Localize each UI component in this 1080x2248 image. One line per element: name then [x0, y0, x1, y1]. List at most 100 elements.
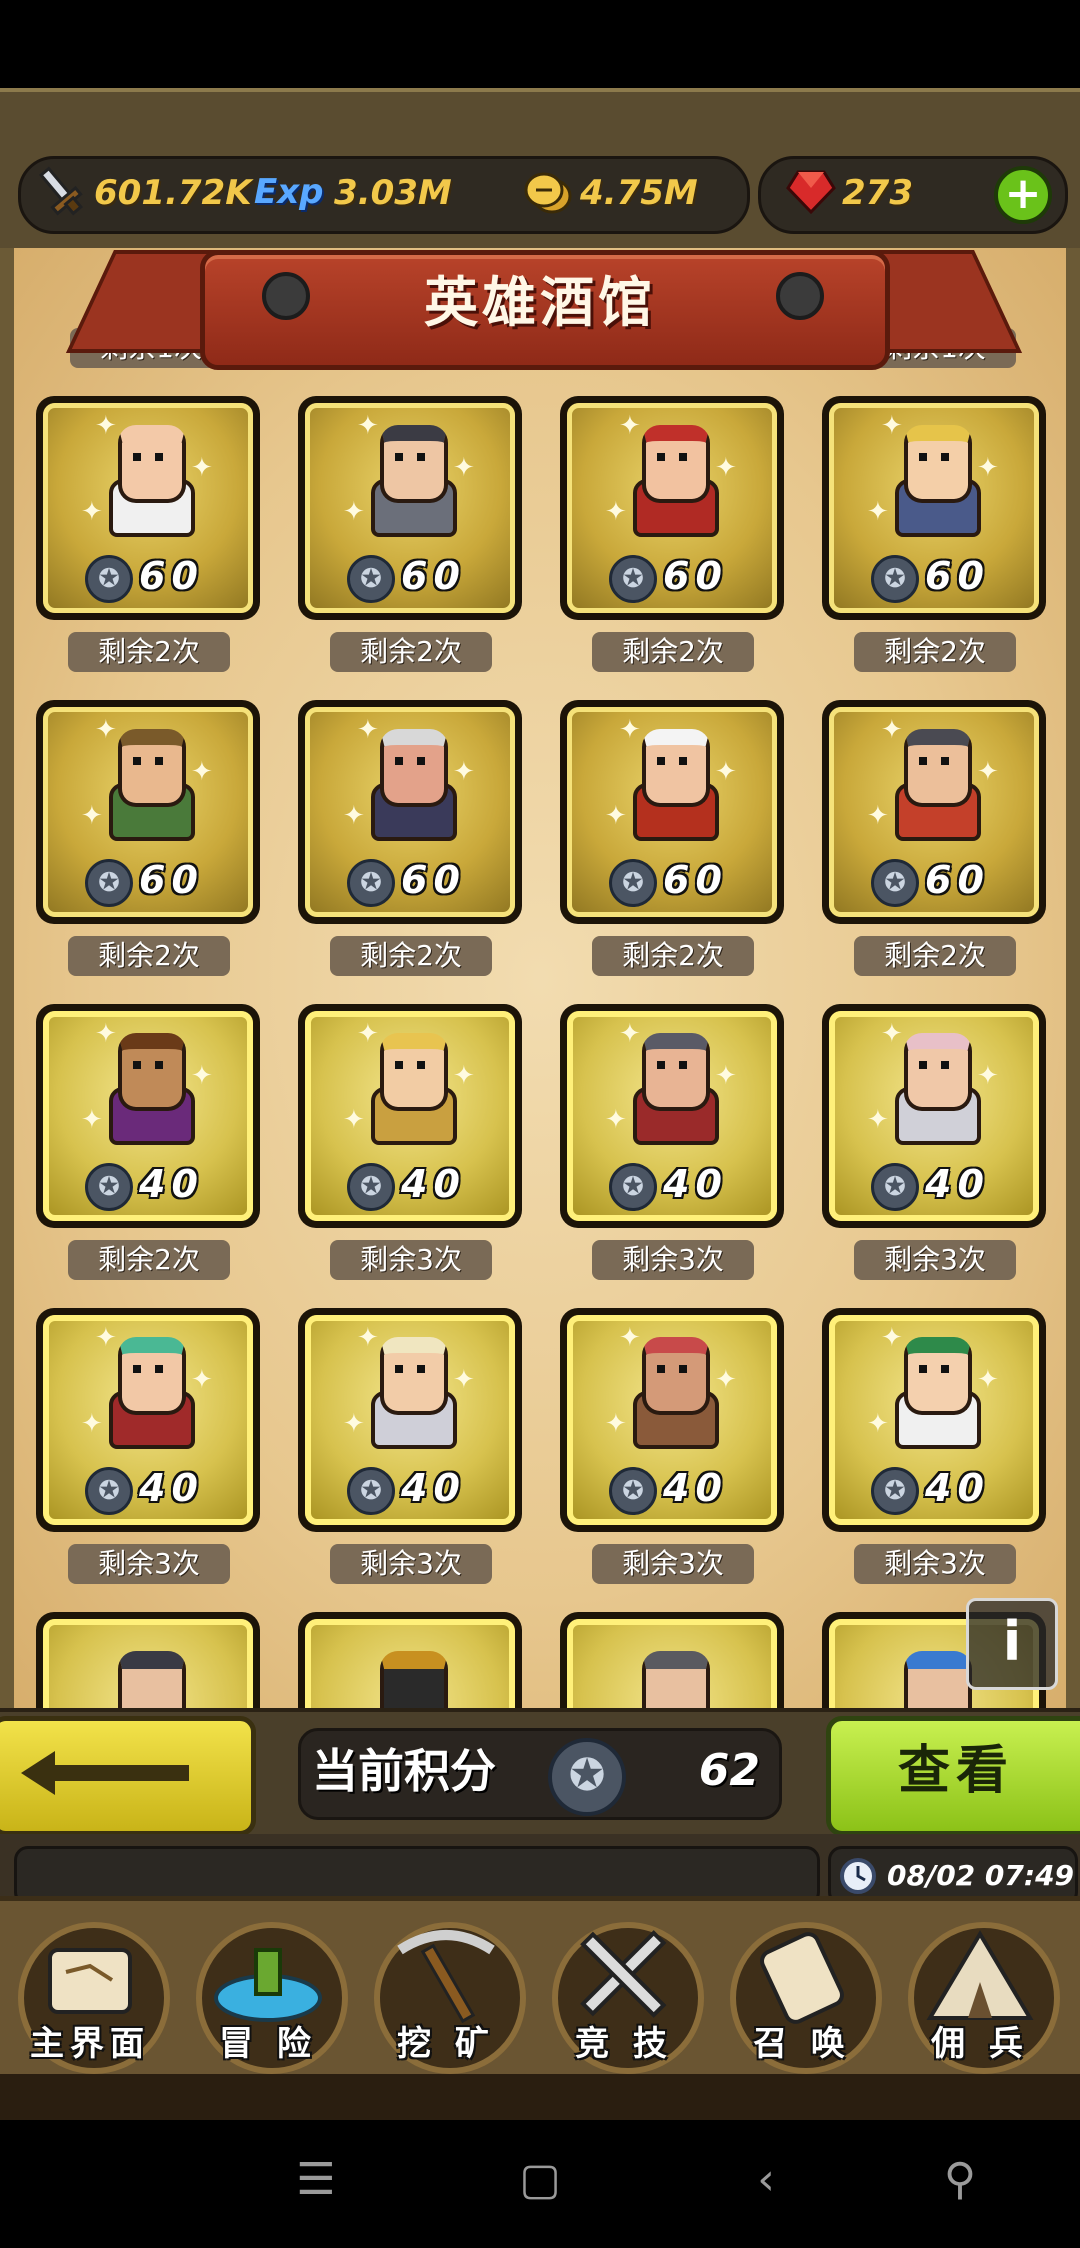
remain-label: 剩余2次 — [68, 936, 230, 976]
add-gems-button[interactable]: + — [994, 166, 1052, 224]
summon-scroll-icon — [760, 1932, 844, 2024]
hero-card[interactable]: ✦ ✦ ✦ ✪ 60 — [822, 700, 1046, 924]
accessibility-icon[interactable]: ⚲ — [930, 2150, 990, 2210]
gems-value: 273 — [842, 173, 913, 213]
hero-cost: ✪ 40 — [609, 1162, 759, 1211]
hero-cost: ✪ 40 — [609, 1466, 759, 1515]
menu-icon[interactable]: ☰ — [286, 2150, 346, 2210]
view-button[interactable]: 查看 — [826, 1716, 1080, 1836]
hero-cost-value: 60 — [925, 858, 990, 902]
star-token-icon: ✪ — [609, 1163, 657, 1211]
hero-card[interactable]: ✦ ✦ ✦ ✪ 60 — [822, 396, 1046, 620]
remain-label: 剩余3次 — [330, 1544, 492, 1584]
hero-card[interactable]: ✦ ✦ ✦ ✪ 40 — [560, 1004, 784, 1228]
sparkle-icon: ✦ — [81, 1105, 103, 1135]
star-token-icon: ✪ — [871, 555, 919, 603]
hero-card[interactable]: ✦ ✦ ✦ ✪ 60 — [36, 396, 260, 620]
info-button[interactable]: i — [966, 1598, 1058, 1690]
sparkle-icon: ✦ — [343, 1105, 365, 1135]
star-token-icon: ✪ — [85, 555, 133, 603]
hero-card[interactable]: ✦ ✦ ✦ ✪ 60 — [298, 700, 522, 924]
sparkle-icon: ✦ — [605, 1105, 627, 1135]
home-icon[interactable]: ▢ — [510, 2150, 570, 2210]
view-button-label: 查看 — [897, 1741, 1014, 1801]
remain-label: 剩余2次 — [330, 632, 492, 672]
hero-cost-value: 40 — [401, 1162, 466, 1206]
hero-card[interactable]: ✦ ✦ ✦ ✪ 40 — [298, 1004, 522, 1228]
sparkle-icon: ✦ — [867, 801, 889, 831]
hero-card[interactable]: ✦ ✦ ✦ ✪ 40 — [36, 1308, 260, 1532]
nav-item-label: 召 唤 — [753, 2024, 851, 2064]
remain-label: 剩余2次 — [592, 632, 754, 672]
hero-avatar — [625, 729, 719, 841]
hero-avatar — [887, 729, 981, 841]
hero-avatar — [101, 425, 195, 537]
star-token-icon: ✪ — [85, 1467, 133, 1515]
nav-item-1[interactable]: 冒 险 — [182, 1904, 354, 2074]
hero-cost-value: 40 — [139, 1162, 204, 1206]
hero-cost-value: 40 — [663, 1466, 728, 1510]
hero-card[interactable]: ✦ ✦ ✦ ✪ 60 — [560, 700, 784, 924]
remain-label: 剩余2次 — [592, 936, 754, 976]
crossed-swords-icon — [580, 1930, 667, 2018]
nav-item-2[interactable]: 挖 矿 — [360, 1904, 532, 2074]
hero-cost: ✪ 60 — [609, 554, 759, 603]
hero-cost-value: 60 — [139, 554, 204, 598]
star-token-icon: ✪ — [347, 859, 395, 907]
gem-icon — [786, 170, 836, 215]
hero-card-partial[interactable] — [298, 1612, 522, 1708]
attack-value: 601.72K — [94, 173, 252, 213]
hero-card[interactable]: ✦ ✦ ✦ ✪ 60 — [560, 396, 784, 620]
hero-avatar — [363, 425, 457, 537]
hero-cost: ✪ 40 — [347, 1162, 497, 1211]
hero-card[interactable]: ✦ ✦ ✦ ✪ 40 — [822, 1004, 1046, 1228]
coin-icon — [524, 172, 572, 214]
hero-cost: ✪ 60 — [347, 554, 497, 603]
star-token-icon: ✪ — [871, 1163, 919, 1211]
hero-card-frame: ✦ ✦ ✦ ✪ 60 — [567, 707, 777, 917]
back-icon[interactable]: ‹ — [736, 2150, 796, 2210]
nav-item-4[interactable]: 召 唤 — [716, 1904, 888, 2074]
hero-cost-value: 60 — [139, 858, 204, 902]
hero-cost: ✪ 40 — [85, 1162, 235, 1211]
hero-card-frame: ✦ ✦ ✦ ✪ 40 — [829, 1011, 1039, 1221]
hero-card[interactable]: ✦ ✦ ✦ ✪ 40 — [36, 1004, 260, 1228]
sparkle-icon: ✦ — [605, 1409, 627, 1439]
bottom-strip — [0, 2074, 1080, 2120]
star-token-icon: ✪ — [609, 859, 657, 907]
hero-avatar — [887, 1337, 981, 1449]
back-button[interactable] — [0, 1716, 256, 1836]
coins-value: 4.75M — [580, 173, 698, 213]
hero-card-frame: ✦ ✦ ✦ ✪ 40 — [829, 1315, 1039, 1525]
nav-item-5[interactable]: 佣 兵 — [894, 1904, 1066, 2074]
hero-avatar — [625, 1033, 719, 1145]
hero-cost-value: 40 — [139, 1466, 204, 1510]
hero-card-frame: ✦ ✦ ✦ ✪ 60 — [829, 403, 1039, 613]
sparkle-icon: ✦ — [81, 1409, 103, 1439]
hero-card-frame: ✦ ✦ ✦ ✪ 40 — [567, 1011, 777, 1221]
hero-card[interactable]: ✦ ✦ ✦ ✪ 60 — [36, 700, 260, 924]
remain-label: 剩余3次 — [854, 1544, 1016, 1584]
remain-label: 剩余2次 — [68, 632, 230, 672]
hero-card[interactable]: ✦ ✦ ✦ ✪ 40 — [822, 1308, 1046, 1532]
hero-cost-value: 40 — [663, 1162, 728, 1206]
nav-item-3[interactable]: 竞 技 — [538, 1904, 710, 2074]
hero-avatar — [101, 1337, 195, 1449]
island-icon — [214, 1948, 322, 2022]
remain-label: 剩余3次 — [592, 1544, 754, 1584]
star-token-icon: ✪ — [347, 1163, 395, 1211]
sparkle-icon: ✦ — [343, 497, 365, 527]
hero-card-partial[interactable] — [36, 1612, 260, 1708]
hero-avatar — [101, 1033, 195, 1145]
nav-item-label: 冒 险 — [219, 2024, 317, 2064]
nav-item-label: 竞 技 — [575, 2024, 673, 2064]
nav-item-0[interactable]: 主界面 — [4, 1904, 176, 2074]
hero-card-partial[interactable] — [560, 1612, 784, 1708]
points-value: 62 — [698, 1745, 760, 1796]
hero-card[interactable]: ✦ ✦ ✦ ✪ 40 — [560, 1308, 784, 1532]
remain-label: 剩余3次 — [330, 1240, 492, 1280]
clock-text: 08/02 07:49 — [887, 1859, 1075, 1892]
remain-label: 剩余3次 — [592, 1240, 754, 1280]
hero-card[interactable]: ✦ ✦ ✦ ✪ 60 — [298, 396, 522, 620]
hero-card[interactable]: ✦ ✦ ✦ ✪ 40 — [298, 1308, 522, 1532]
